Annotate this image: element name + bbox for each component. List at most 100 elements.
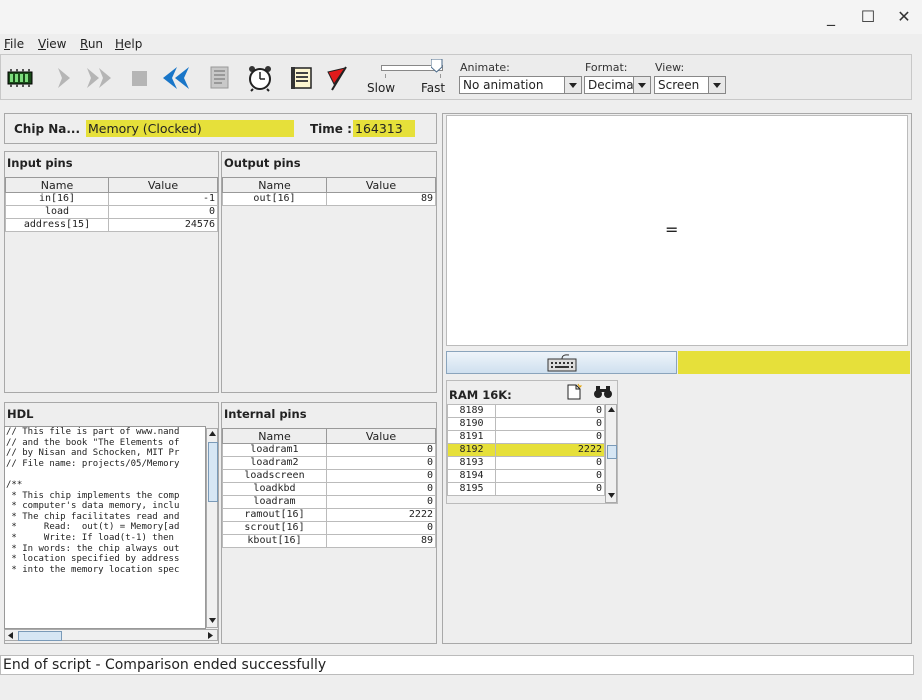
scroll-down-icon[interactable] <box>208 617 217 625</box>
table-row[interactable]: loadram2 0 <box>222 456 436 470</box>
hdl-code-line: // by Nisan and Schocken, MIT Pr <box>6 448 180 459</box>
ram-value-cell[interactable]: 0 <box>495 482 605 496</box>
chip-load-icon[interactable] <box>5 63 35 93</box>
pin-value-cell[interactable]: 0 <box>326 521 436 535</box>
maximize-button[interactable]: ☐ <box>857 6 879 28</box>
speed-fast-label: Fast <box>421 81 446 95</box>
hdl-vertical-scrollbar[interactable] <box>206 428 218 628</box>
ram-row[interactable]: 8193 0 <box>447 456 605 470</box>
pin-value-cell[interactable]: 0 <box>326 482 436 496</box>
hdl-code-line: * In words: the chip always out <box>6 543 180 554</box>
close-button[interactable]: ✕ <box>893 6 915 28</box>
ram-value-cell[interactable]: 0 <box>495 417 605 431</box>
pin-name-cell: address[15] <box>5 218 109 232</box>
animate-label: Animate: <box>460 61 510 74</box>
scroll-down-icon[interactable] <box>607 492 616 500</box>
view-select[interactable]: Screen <box>654 76 726 94</box>
ram-row[interactable]: 8189 0 <box>447 404 605 418</box>
table-row[interactable]: loadkbd 0 <box>222 482 436 496</box>
scroll-thumb[interactable] <box>18 631 62 641</box>
keyboard-key-display <box>678 351 910 374</box>
menu-file[interactable]: File <box>4 37 24 51</box>
table-row[interactable]: scrout[16] 0 <box>222 521 436 535</box>
ram-row[interactable]: 8190 0 <box>447 417 605 431</box>
fast-forward-icon[interactable] <box>85 63 115 93</box>
pin-value-cell[interactable]: 89 <box>326 192 436 206</box>
pin-value-cell[interactable]: 0 <box>326 469 436 483</box>
column-header-value[interactable]: Value <box>326 428 436 444</box>
hdl-code-view[interactable]: // This file is part of www.nand// and t… <box>4 426 206 629</box>
stop-icon[interactable] <box>125 63 155 93</box>
pin-value-cell[interactable]: 0 <box>326 456 436 470</box>
keyboard-button[interactable] <box>446 351 677 374</box>
ram-value-cell[interactable]: 0 <box>495 456 605 470</box>
hdl-code-line <box>6 469 205 480</box>
pin-value-cell[interactable]: 89 <box>326 534 436 548</box>
pin-value-cell[interactable]: 0 <box>326 443 436 457</box>
table-row[interactable]: load 0 <box>5 205 218 219</box>
table-row[interactable]: ramout[16] 2222 <box>222 508 436 522</box>
table-row[interactable]: out[16] 89 <box>222 192 436 206</box>
table-row[interactable]: loadram1 0 <box>222 443 436 457</box>
screen-character: = <box>665 220 679 239</box>
breakpoint-icon[interactable] <box>287 63 317 93</box>
ram-address-cell: 8195 <box>447 482 496 496</box>
column-header-name[interactable]: Name <box>222 428 327 444</box>
chevron-down-icon <box>633 77 650 93</box>
animate-select[interactable]: No animation <box>459 76 582 94</box>
column-header-value[interactable]: Value <box>108 177 218 193</box>
scroll-right-icon[interactable] <box>207 631 215 640</box>
scroll-thumb[interactable] <box>208 442 218 502</box>
ram-value-cell[interactable]: 0 <box>495 404 605 418</box>
column-header-value[interactable]: Value <box>326 177 436 193</box>
pin-value-cell[interactable]: 0 <box>108 205 218 219</box>
flag-icon[interactable] <box>323 63 353 93</box>
pin-name-cell: out[16] <box>222 192 327 206</box>
ram-value-cell[interactable]: 2222 <box>495 443 605 457</box>
scroll-left-icon[interactable] <box>7 631 15 640</box>
toolbar: Slow Fast Animate: No animation Format: … <box>0 54 912 100</box>
pin-name-cell: loadram1 <box>222 443 327 457</box>
menu-run[interactable]: Run <box>80 37 103 51</box>
ram-row[interactable]: 8192 2222 <box>447 443 605 457</box>
hdl-horizontal-scrollbar[interactable] <box>4 629 218 641</box>
table-row[interactable]: loadscreen 0 <box>222 469 436 483</box>
title-bar: _ ☐ ✕ <box>0 0 922 34</box>
menu-bar: File View Run Help <box>0 34 922 54</box>
column-header-name[interactable]: Name <box>222 177 327 193</box>
table-row[interactable]: loadram 0 <box>222 495 436 509</box>
menu-help[interactable]: Help <box>115 37 142 51</box>
rewind-icon[interactable] <box>159 63 189 93</box>
search-icon[interactable] <box>593 384 613 400</box>
scroll-thumb[interactable] <box>607 445 617 459</box>
ram-value-cell[interactable]: 0 <box>495 430 605 444</box>
hdl-code-line: // This file is part of www.nand <box>6 427 180 437</box>
ram-vertical-scrollbar[interactable] <box>605 404 617 503</box>
load-file-icon[interactable] <box>565 383 583 401</box>
speed-slider[interactable] <box>381 58 443 79</box>
script-icon[interactable] <box>205 63 235 93</box>
hdl-code-line: * Read: out(t) = Memory[ad <box>6 522 180 533</box>
ram-row[interactable]: 8194 0 <box>447 469 605 483</box>
pin-value-cell[interactable]: 24576 <box>108 218 218 232</box>
column-header-name[interactable]: Name <box>5 177 109 193</box>
scroll-up-icon[interactable] <box>607 406 616 414</box>
ram-title: RAM 16K: <box>449 388 512 402</box>
minimize-button[interactable]: _ <box>820 6 842 28</box>
speed-slider-thumb[interactable] <box>430 58 443 73</box>
table-row[interactable]: address[15] 24576 <box>5 218 218 232</box>
menu-view[interactable]: View <box>38 37 66 51</box>
scroll-up-icon[interactable] <box>208 430 217 438</box>
clock-icon[interactable] <box>245 63 275 93</box>
single-step-icon[interactable] <box>49 63 79 93</box>
table-row[interactable]: in[16] -1 <box>5 192 218 206</box>
format-select[interactable]: Decimal <box>584 76 651 94</box>
ram-row[interactable]: 8191 0 <box>447 430 605 444</box>
pin-value-cell[interactable]: 0 <box>326 495 436 509</box>
pin-value-cell[interactable]: 2222 <box>326 508 436 522</box>
pin-value-cell[interactable]: -1 <box>108 192 218 206</box>
table-row[interactable]: kbout[16] 89 <box>222 534 436 548</box>
ram-value-cell[interactable]: 0 <box>495 469 605 483</box>
input-pins-table: Name Value in[16] -1 load 0 address[15] 24576 <box>5 177 218 232</box>
ram-row[interactable]: 8195 0 <box>447 482 605 496</box>
